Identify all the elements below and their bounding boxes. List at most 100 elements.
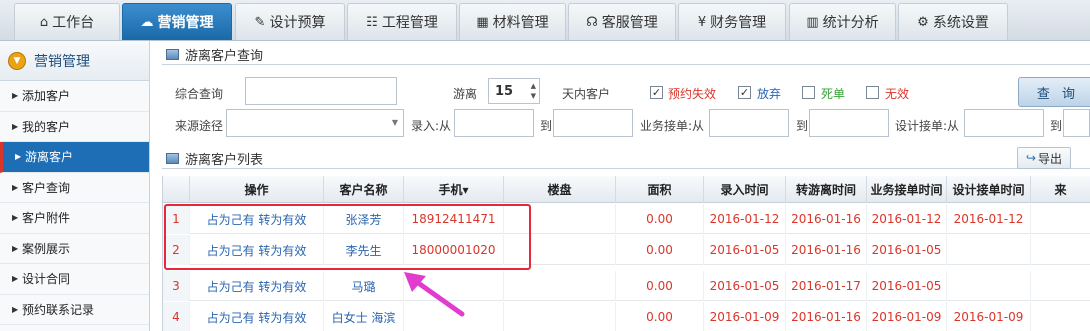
query-button[interactable]: 查 询 (1018, 77, 1090, 107)
tab-customer-service[interactable]: ☊ 客服管理 (568, 3, 676, 40)
yen-icon: ¥ (697, 14, 707, 30)
column-header-business-time[interactable]: 业务接单时间 (867, 176, 947, 203)
business-from-input[interactable] (709, 109, 789, 137)
design-time-cell: 2016-01-09 (947, 302, 1031, 331)
table-row[interactable]: 3 占为己有 转为有效 马璐 0.00 2016-01-05 2016-01-1… (163, 271, 1090, 301)
users-icon: ☷ (366, 14, 378, 30)
column-header-action[interactable]: 操作 (190, 176, 324, 203)
checkbox-abandoned[interactable]: ✓ (738, 86, 751, 99)
caret-right-icon: ▶ (12, 91, 19, 101)
free-days-spinner[interactable]: 15 ▲ ▼ (488, 78, 540, 104)
free-time-cell: 2016-01-16 (786, 302, 867, 331)
caret-right-icon: ▶ (15, 152, 22, 162)
sidebar-item-appointment-records[interactable]: ▶ 预约联系记录 (0, 295, 149, 325)
tab-finance[interactable]: ¥ 财务管理 (678, 3, 786, 40)
grid-icon: ▦ (476, 14, 489, 30)
customer-name-link[interactable]: 白女士 海滨 (324, 302, 404, 331)
tab-marketing[interactable]: ☁ 营销管理 (122, 3, 232, 40)
design-from-input[interactable] (964, 109, 1044, 137)
entry-to-input[interactable] (553, 109, 633, 137)
column-header-design-time[interactable]: 设计接单时间 (947, 176, 1031, 203)
column-header-estate[interactable]: 楼盘 (504, 176, 616, 203)
spinner-arrows-icon[interactable]: ▲ ▼ (531, 81, 536, 101)
tab-materials[interactable]: ▦ 材料管理 (459, 3, 566, 40)
chevron-down-icon: ▼ (8, 51, 26, 70)
sidebar-item-customer-attachments[interactable]: ▶ 客户附件 (0, 203, 149, 234)
export-icon: ↪ (1025, 151, 1037, 165)
source-label: 来源途径 (175, 119, 224, 133)
sidebar-item-free-customers[interactable]: ▶ 游离客户 (0, 142, 149, 173)
column-header-entry-time[interactable]: 录入时间 (704, 176, 786, 203)
sidebar-title: 营销管理 (34, 53, 90, 70)
edit-icon: ✎ (254, 14, 266, 30)
source-select[interactable]: ▼ (226, 109, 404, 137)
annotation-arrow-icon (404, 272, 465, 317)
entry-time-cell: 2016-01-09 (704, 302, 786, 331)
business-time-cell: 2016-01-05 (867, 235, 947, 265)
free-time-cell: 2016-01-16 (786, 235, 867, 265)
entry-to-label: 到 (540, 119, 553, 133)
sidebar-header[interactable]: ▼ 营销管理 (0, 41, 149, 81)
checkbox-dead-order[interactable] (802, 86, 815, 99)
tab-system-settings[interactable]: ⚙ 系统设置 (898, 3, 1008, 40)
entry-from-input[interactable] (454, 109, 534, 137)
business-to-label: 到 (796, 119, 809, 133)
column-header-phone[interactable]: 手机▾ (404, 176, 504, 203)
free-label: 游离 (453, 87, 478, 101)
table-header: 操作 客户名称 手机▾ 楼盘 面积 录入时间 转游离时间 业务接单时间 设计接单… (163, 176, 1090, 203)
home-icon: ⌂ (39, 14, 49, 30)
column-header-free-time[interactable]: 转游离时间 (786, 176, 867, 203)
free-time-cell: 2016-01-16 (786, 204, 867, 234)
column-header-rownum (163, 176, 190, 203)
tab-design-budget[interactable]: ✎ 设计预算 (235, 3, 345, 40)
entry-from-label: 录入:从 (411, 119, 452, 133)
headset-icon: ☊ (586, 14, 598, 30)
general-query-input[interactable] (245, 77, 397, 105)
business-time-cell: 2016-01-12 (867, 204, 947, 234)
table-row[interactable]: 4 占为己有 转为有效 白女士 海滨 0.00 2016-01-09 2016-… (163, 302, 1090, 331)
list-panel-title: 游离客户列表 (162, 149, 1090, 169)
sidebar-item-case-showcase[interactable]: ▶ 案例展示 (0, 234, 149, 264)
caret-right-icon: ▶ (12, 213, 19, 223)
sidebar-item-my-customers[interactable]: ▶ 我的客户 (0, 112, 149, 142)
sidebar-item-add-customer[interactable]: ▶ 添加客户 (0, 81, 149, 112)
gear-icon: ⚙ (917, 14, 929, 30)
design-time-cell (947, 235, 1031, 265)
design-to-input[interactable] (1063, 109, 1090, 137)
row-action-links[interactable]: 占为己有 转为有效 (190, 302, 324, 331)
caret-right-icon: ▶ (12, 274, 19, 284)
highlight-box (164, 204, 531, 270)
window-icon (166, 153, 179, 164)
top-nav: ⌂ 工作台 ☁ 营销管理 ✎ 设计预算 ☷ 工程管理 ▦ 材料管理 ☊ 客服管理 ¥ 财务管理… (0, 0, 1090, 41)
caret-right-icon: ▶ (12, 121, 19, 131)
tab-engineering[interactable]: ☷ 工程管理 (347, 3, 457, 40)
column-header-source[interactable]: 来 (1031, 176, 1090, 203)
business-to-input[interactable] (809, 109, 889, 137)
entry-time-cell: 2016-01-05 (704, 235, 786, 265)
general-query-label: 综合查询 (175, 87, 224, 101)
checkbox-dead-order-label: 死单 (821, 87, 846, 101)
row-number: 4 (163, 302, 190, 331)
checkbox-invalid[interactable] (866, 86, 879, 99)
sidebar-item-design-contract[interactable]: ▶ 设计合同 (0, 264, 149, 295)
customer-name-link[interactable]: 马璐 (324, 271, 404, 301)
estate-cell (504, 302, 616, 331)
tab-workbench[interactable]: ⌂ 工作台 (14, 3, 120, 40)
entry-time-cell: 2016-01-12 (704, 204, 786, 234)
business-from-label: 业务接单:从 (640, 119, 705, 133)
checkbox-invalid-label: 无效 (885, 87, 910, 101)
estate-cell (504, 271, 616, 301)
checkbox-appointment-expired[interactable]: ✓ (650, 86, 663, 99)
export-button[interactable]: ↪ 导出 (1017, 147, 1071, 169)
days-label: 天内客户 (562, 87, 611, 101)
sidebar-item-customer-query[interactable]: ▶ 客户查询 (0, 173, 149, 203)
caret-right-icon: ▶ (12, 243, 19, 253)
column-header-customer-name[interactable]: 客户名称 (324, 176, 404, 203)
chat-icon: ☁ (140, 14, 154, 30)
tab-statistics[interactable]: ▥ 统计分析 (789, 3, 896, 40)
query-panel-title: 游离客户查询 (162, 45, 1090, 65)
row-action-links[interactable]: 占为己有 转为有效 (190, 271, 324, 301)
design-from-label: 设计接单:从 (895, 119, 960, 133)
area-cell: 0.00 (616, 235, 704, 265)
column-header-area[interactable]: 面积 (616, 176, 704, 203)
